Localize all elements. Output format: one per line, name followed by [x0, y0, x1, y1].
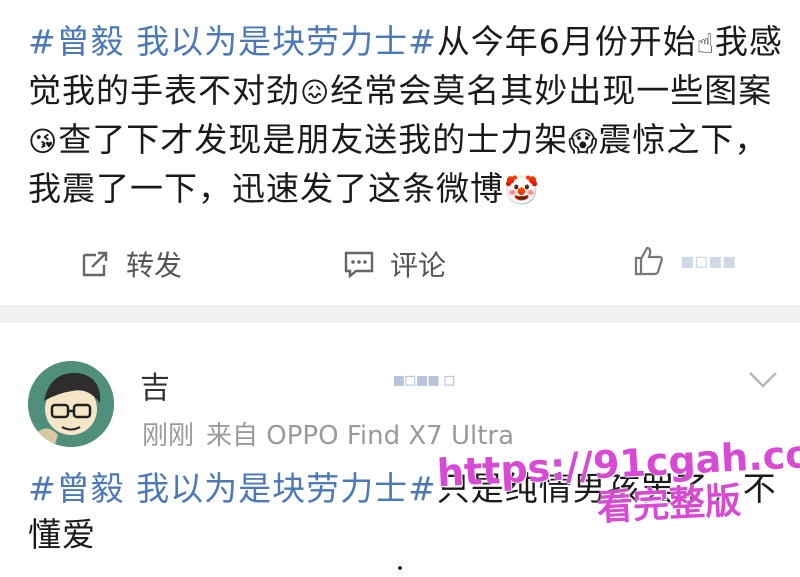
- post-text-3: 经常会莫名其妙出现一些图案: [330, 71, 773, 110]
- repost-button[interactable]: 转发: [78, 244, 182, 284]
- comment-label: 评论: [390, 249, 447, 282]
- like-count-blurred: ▪▫▪▪: [680, 248, 737, 274]
- post-text-1: 从今年6月份开始: [436, 22, 697, 61]
- comment-source: 来自 OPPO Find X7 Ultra: [206, 421, 515, 451]
- comment-hashtag[interactable]: #曾毅 我以为是块劳力士#: [28, 469, 437, 508]
- section-divider: [0, 305, 800, 323]
- repost-icon: [82, 251, 108, 277]
- original-post-card: #曾毅 我以为是块劳力士#从今年6月份开始☝我感觉我的手表不对劲😖经常会莫名其妙…: [0, 0, 800, 305]
- comment-button[interactable]: 评论: [342, 244, 446, 284]
- comment-username[interactable]: 吉: [140, 363, 170, 407]
- post-body: #曾毅 我以为是块劳力士#从今年6月份开始☝我感觉我的手表不对劲😖经常会莫名其妙…: [28, 18, 788, 214]
- confounded-face-emoji-icon: 😖: [300, 76, 331, 109]
- like-button[interactable]: ▪▫▪▪: [632, 244, 737, 278]
- avatar-illustration-icon: [28, 361, 114, 447]
- chevron-down-icon[interactable]: [746, 369, 780, 391]
- avatar[interactable]: [28, 361, 114, 447]
- kiss-face-emoji-icon: 😘: [28, 125, 59, 158]
- comment-meta: 刚刚 来自 OPPO Find X7 Ultra: [142, 415, 526, 452]
- pointing-up-emoji-icon: ☝: [696, 27, 715, 60]
- scream-face-emoji-icon: 😱: [568, 125, 599, 158]
- comment-icon: [344, 251, 374, 279]
- post-text-4: 查了下才发现是朋友送我的士力架: [58, 120, 569, 159]
- thumbs-up-icon: [634, 246, 663, 276]
- blurred-name-mark: ▪▫▪▪ ▫: [392, 367, 456, 391]
- page-dot: [398, 566, 402, 570]
- repost-label: 转发: [126, 249, 183, 282]
- watermark: https://91cgah.com 看完整版: [436, 430, 800, 540]
- comment-time: 刚刚: [142, 421, 195, 451]
- post-hashtag[interactable]: #曾毅 我以为是块劳力士#: [28, 22, 437, 61]
- clown-face-emoji-icon: 🤡: [504, 174, 540, 207]
- post-action-bar: 转发 评论 ▪▫▪▪: [0, 236, 800, 294]
